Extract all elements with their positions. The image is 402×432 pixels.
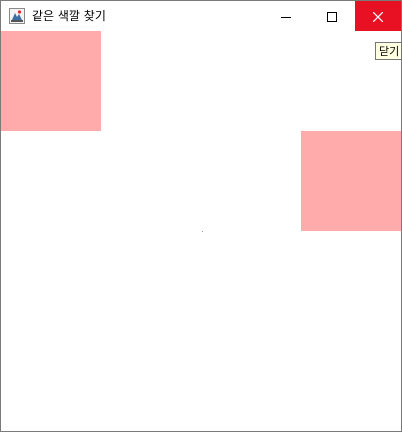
close-icon	[372, 7, 384, 26]
close-tooltip: 닫기	[375, 42, 402, 60]
game-board	[1, 31, 401, 431]
color-block-right-middle[interactable]	[301, 131, 401, 231]
minimize-button[interactable]	[263, 1, 309, 31]
color-block-top-left[interactable]	[1, 31, 101, 131]
center-marker	[202, 231, 203, 232]
app-window: 같은 색깔 찾기	[0, 0, 402, 432]
title-bar[interactable]: 같은 색깔 찾기	[1, 1, 401, 31]
maximize-icon	[327, 7, 337, 26]
java-app-icon	[9, 8, 25, 24]
window-title: 같은 색깔 찾기	[32, 9, 106, 23]
maximize-button[interactable]	[309, 1, 355, 31]
close-button[interactable]	[355, 1, 401, 31]
minimize-icon	[281, 7, 291, 26]
